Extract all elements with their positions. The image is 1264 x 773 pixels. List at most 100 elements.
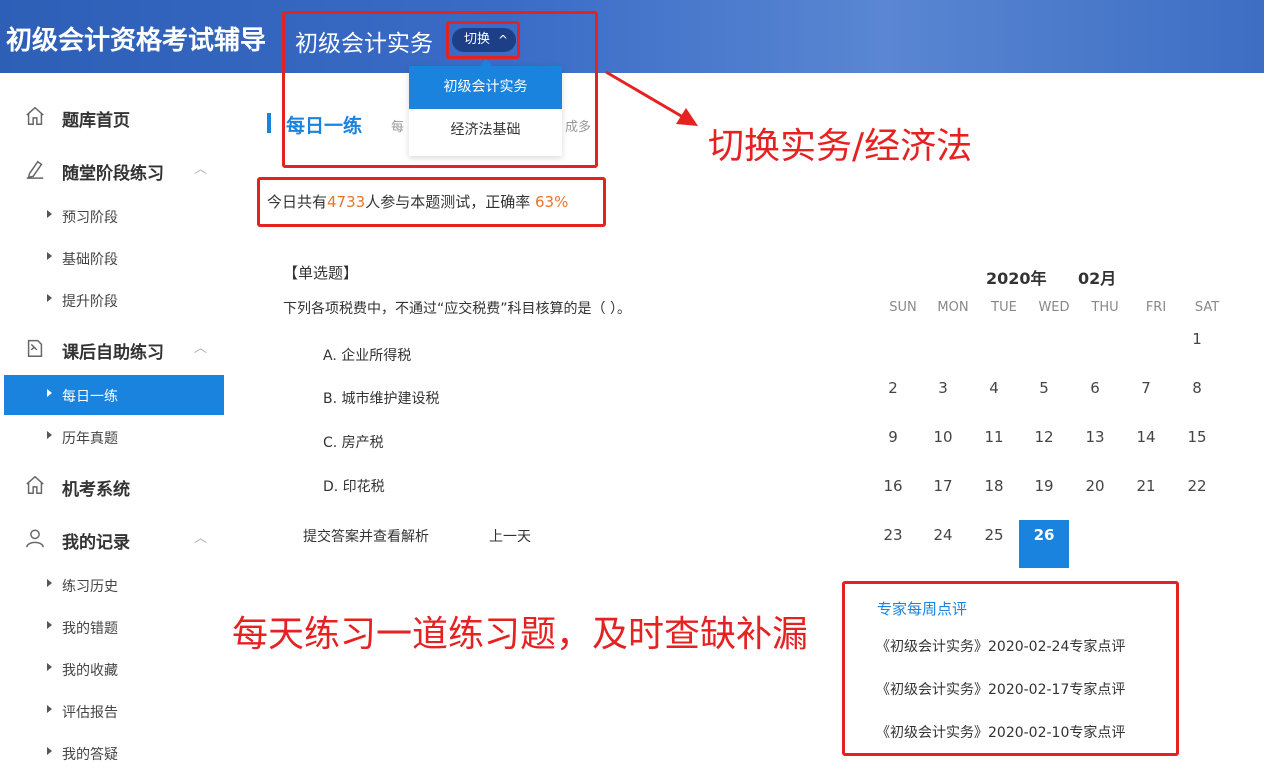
calendar-day[interactable]: 16 bbox=[868, 471, 918, 519]
calendar-day[interactable]: 9 bbox=[868, 422, 918, 470]
sidebar-item-label: 提升阶段 bbox=[62, 291, 118, 311]
option-a[interactable]: A. 企业所得税 bbox=[323, 345, 411, 365]
title-accent-bar bbox=[267, 113, 271, 133]
calendar-day[interactable]: 11 bbox=[969, 422, 1019, 470]
annotation-box-stats bbox=[257, 177, 606, 227]
sidebar-group-label: 我的记录 bbox=[62, 528, 130, 553]
calendar-day[interactable]: 6 bbox=[1070, 373, 1120, 421]
sidebar-group-my-records[interactable]: 我的记录 ︿ bbox=[0, 519, 224, 559]
calendar-day[interactable]: 12 bbox=[1019, 422, 1069, 470]
chevron-up-icon: ︿ bbox=[194, 158, 207, 177]
calendar-year: 2020年 bbox=[986, 265, 1047, 289]
calendar-day-today[interactable]: 26 bbox=[1019, 520, 1069, 568]
calendar-day[interactable]: 23 bbox=[868, 520, 918, 568]
calendar-day[interactable]: 24 bbox=[918, 520, 968, 568]
sidebar-item-my-questions[interactable]: 我的答疑 bbox=[4, 733, 224, 773]
sidebar-item-label: 评估报告 bbox=[62, 702, 118, 722]
annotation-box-expert bbox=[842, 581, 1179, 756]
caret-right-icon bbox=[47, 210, 52, 218]
calendar-day[interactable]: 7 bbox=[1121, 373, 1171, 421]
sidebar-group-label: 随堂阶段练习 bbox=[62, 159, 164, 184]
calendar-day[interactable]: 2 bbox=[868, 373, 918, 421]
calendar-day[interactable]: 18 bbox=[969, 471, 1019, 519]
sidebar-item-daily-practice[interactable]: 每日一练 bbox=[4, 375, 224, 415]
annotation-box-switch bbox=[282, 11, 598, 168]
calendar-day[interactable]: 3 bbox=[918, 373, 968, 421]
sidebar-item-report[interactable]: 评估报告 bbox=[4, 691, 224, 731]
sidebar-item-past-exams[interactable]: 历年真题 bbox=[4, 417, 224, 457]
book-icon bbox=[24, 337, 46, 359]
calendar-weekday: THU bbox=[1080, 300, 1130, 315]
previous-day-button[interactable]: 上一天 bbox=[489, 526, 531, 546]
calendar-weekday: SAT bbox=[1182, 300, 1232, 315]
sidebar-item-label: 我的收藏 bbox=[62, 660, 118, 680]
annotation-box-switch-button bbox=[446, 21, 520, 59]
app-title: 初级会计资格考试辅导 bbox=[6, 20, 266, 57]
sidebar-item-label: 我的错题 bbox=[62, 618, 118, 638]
sidebar-item-label: 每日一练 bbox=[62, 386, 118, 406]
sidebar-group-stage-practice[interactable]: 随堂阶段练习 ︿ bbox=[0, 150, 224, 190]
caret-right-icon bbox=[47, 621, 52, 629]
caret-right-icon bbox=[47, 747, 52, 755]
sidebar-item-history[interactable]: 练习历史 bbox=[4, 565, 224, 605]
pencil-icon bbox=[24, 158, 46, 180]
question-text: 下列各项税费中，不通过“应交税费”科目核算的是（ ）。 bbox=[283, 298, 631, 318]
calendar-day[interactable]: 20 bbox=[1070, 471, 1120, 519]
sidebar-item-label: 预习阶段 bbox=[62, 207, 118, 227]
sidebar-group-computer-exam[interactable]: 机考系统 bbox=[0, 466, 224, 506]
sidebar-item-preview[interactable]: 预习阶段 bbox=[4, 196, 224, 236]
sidebar-group-label: 机考系统 bbox=[62, 475, 130, 500]
sidebar-item-favorites[interactable]: 我的收藏 bbox=[4, 649, 224, 689]
option-d[interactable]: D. 印花税 bbox=[323, 476, 385, 496]
calendar-day[interactable]: 4 bbox=[969, 373, 1019, 421]
chevron-up-icon: ︿ bbox=[194, 337, 207, 356]
caret-right-icon bbox=[47, 294, 52, 302]
sidebar-item-label: 基础阶段 bbox=[62, 249, 118, 269]
chevron-up-icon: ︿ bbox=[194, 527, 207, 546]
submit-answer-button[interactable]: 提交答案并查看解析 bbox=[303, 526, 429, 546]
calendar-weekday: MON bbox=[928, 300, 978, 315]
sidebar-item-label: 练习历史 bbox=[62, 576, 118, 596]
calendar-weekday: FRI bbox=[1131, 300, 1181, 315]
sidebar-group-home[interactable]: 题库首页 bbox=[0, 97, 224, 137]
sidebar-item-label: 历年真题 bbox=[62, 428, 118, 448]
sidebar-item-advanced[interactable]: 提升阶段 bbox=[4, 280, 224, 320]
top-header: 初级会计资格考试辅导 初级会计实务 切换 ^ bbox=[0, 0, 1264, 73]
calendar-day[interactable]: 25 bbox=[969, 520, 1019, 568]
caret-right-icon bbox=[47, 389, 52, 397]
home-icon bbox=[24, 105, 46, 127]
calendar-day[interactable]: 21 bbox=[1121, 471, 1171, 519]
calendar-day[interactable]: 5 bbox=[1019, 373, 1069, 421]
question-type: 【单选题】 bbox=[283, 262, 358, 283]
caret-right-icon bbox=[47, 579, 52, 587]
calendar-day[interactable]: 17 bbox=[918, 471, 968, 519]
annotation-arrow bbox=[600, 66, 710, 136]
calendar-day[interactable]: 10 bbox=[918, 422, 968, 470]
annotation-switch-note: 切换实务/经济法 bbox=[708, 117, 972, 169]
calendar-day[interactable]: 15 bbox=[1172, 422, 1222, 470]
annotation-daily-note: 每天练习一道练习题，及时查缺补漏 bbox=[232, 605, 808, 657]
calendar-day[interactable]: 13 bbox=[1070, 422, 1120, 470]
caret-right-icon bbox=[47, 431, 52, 439]
caret-right-icon bbox=[47, 663, 52, 671]
sidebar-group-label: 题库首页 bbox=[62, 106, 130, 131]
calendar-weekday: WED bbox=[1029, 300, 1079, 315]
calendar-day[interactable]: 22 bbox=[1172, 471, 1222, 519]
sidebar: 题库首页 随堂阶段练习 ︿ 预习阶段 基础阶段 提升阶段 课后自助练习 ︿ 每日… bbox=[0, 73, 224, 764]
home-icon bbox=[24, 474, 46, 496]
calendar-day[interactable]: 8 bbox=[1172, 373, 1222, 421]
calendar-day[interactable]: 14 bbox=[1121, 422, 1171, 470]
calendar-day[interactable]: 1 bbox=[1172, 324, 1222, 372]
calendar-month: 02月 bbox=[1078, 265, 1116, 289]
sidebar-group-self-practice[interactable]: 课后自助练习 ︿ bbox=[0, 329, 224, 369]
calendar-day[interactable]: 19 bbox=[1019, 471, 1069, 519]
sidebar-item-mistakes[interactable]: 我的错题 bbox=[4, 607, 224, 647]
caret-right-icon bbox=[47, 705, 52, 713]
sidebar-item-label: 我的答疑 bbox=[62, 744, 118, 764]
caret-right-icon bbox=[47, 252, 52, 260]
option-c[interactable]: C. 房产税 bbox=[323, 432, 384, 452]
sidebar-item-basic[interactable]: 基础阶段 bbox=[4, 238, 224, 278]
calendar-weekday: TUE bbox=[979, 300, 1029, 315]
calendar-weekday: SUN bbox=[878, 300, 928, 315]
option-b[interactable]: B. 城市维护建设税 bbox=[323, 388, 440, 408]
